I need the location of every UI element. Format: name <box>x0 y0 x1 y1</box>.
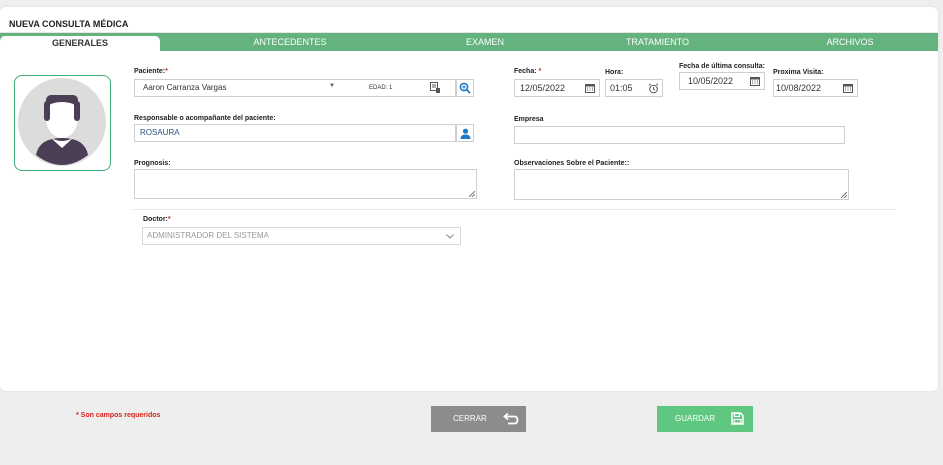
empresa-label: Empresa <box>514 116 544 123</box>
select-companion-button[interactable] <box>456 124 474 142</box>
tab-examen[interactable]: EXAMEN <box>445 33 525 51</box>
search-patient-button[interactable] <box>456 79 474 97</box>
proxima-visita-value: 10/08/2022 <box>776 83 822 93</box>
responsable-label: Responsable o acompañante del paciente: <box>134 115 276 122</box>
section-divider <box>133 209 896 210</box>
user-icon <box>460 128 470 139</box>
fecha-value: 12/05/2022 <box>520 83 566 93</box>
ultima-consulta-label: Fecha de última consulta: <box>679 63 765 70</box>
hora-value: 01:05 <box>610 83 633 93</box>
tab-label: ARCHIVOS <box>826 37 874 47</box>
calendar-icon[interactable] <box>585 83 595 93</box>
tab-bar: GENERALES ANTECEDENTES EXAMEN TRATAMIENT… <box>0 33 938 51</box>
proxima-visita-input[interactable]: 10/08/2022 <box>773 79 858 97</box>
close-button[interactable]: CERRAR <box>431 406 526 432</box>
clock-icon[interactable] <box>648 83 659 94</box>
tab-label: ANTECEDENTES <box>253 37 327 47</box>
doctor-select[interactable]: ADMINISTRADOR DEL SISTEMA <box>142 227 461 245</box>
save-label: GUARDAR <box>675 414 716 423</box>
tab-label: GENERALES <box>51 38 108 48</box>
save-icon <box>731 412 744 425</box>
hora-label: Hora: <box>605 69 624 76</box>
ultima-consulta-input[interactable]: 10/05/2022 <box>679 72 765 90</box>
calendar-icon[interactable] <box>750 76 760 86</box>
prognosis-textarea[interactable] <box>134 169 477 199</box>
resize-grip-icon[interactable] <box>469 191 475 197</box>
empresa-input[interactable] <box>514 126 845 144</box>
tab-antecedentes[interactable]: ANTECEDENTES <box>230 33 350 51</box>
proxima-visita-label: Proxima Visita: <box>773 69 824 76</box>
responsable-input[interactable]: ROSAURA <box>134 124 456 142</box>
save-button[interactable]: GUARDAR <box>657 406 753 432</box>
tab-archivos[interactable]: ARCHIVOS <box>810 33 890 51</box>
calendar-icon[interactable] <box>843 83 853 93</box>
observaciones-label: Observaciones Sobre el Paciente:: <box>514 160 630 167</box>
patient-card-icon[interactable] <box>430 82 440 93</box>
patient-photo[interactable] <box>14 75 111 171</box>
return-arrow-icon <box>503 412 519 425</box>
avatar-placeholder-icon <box>18 78 106 166</box>
close-label: CERRAR <box>453 414 487 423</box>
tab-tratamiento[interactable]: TRATAMIENTO <box>610 33 705 51</box>
fecha-label: Fecha: * <box>514 68 542 75</box>
chevron-down-icon: ▼ <box>329 83 335 89</box>
search-plus-icon <box>459 82 471 94</box>
fecha-input[interactable]: 12/05/2022 <box>514 79 600 97</box>
resize-grip-icon[interactable] <box>841 192 847 198</box>
paciente-value: Aaron Carranza Vargas <box>143 83 227 92</box>
hora-input[interactable]: 01:05 <box>605 79 663 97</box>
tab-generales[interactable]: GENERALES <box>0 36 160 51</box>
edad-value: EDAD: 1 <box>369 85 393 91</box>
tab-label: TRATAMIENTO <box>626 37 689 47</box>
tab-label: EXAMEN <box>465 37 504 47</box>
doctor-value: ADMINISTRADOR DEL SISTEMA <box>147 231 269 240</box>
page-title: NUEVA CONSULTA MÉDICA <box>9 19 129 29</box>
chevron-down-icon <box>446 234 454 239</box>
prognosis-label: Prognosis: <box>134 160 171 167</box>
ultima-consulta-value: 10/05/2022 <box>688 76 734 86</box>
responsable-value: ROSAURA <box>140 128 180 137</box>
paciente-label: Paciente:* <box>134 68 168 75</box>
doctor-label: Doctor:* <box>143 216 171 223</box>
paciente-select[interactable]: Aaron Carranza Vargas ▼ EDAD: 1 <box>134 79 456 97</box>
required-fields-note: * Son campos requeridos <box>76 412 161 419</box>
observaciones-textarea[interactable] <box>514 169 849 200</box>
